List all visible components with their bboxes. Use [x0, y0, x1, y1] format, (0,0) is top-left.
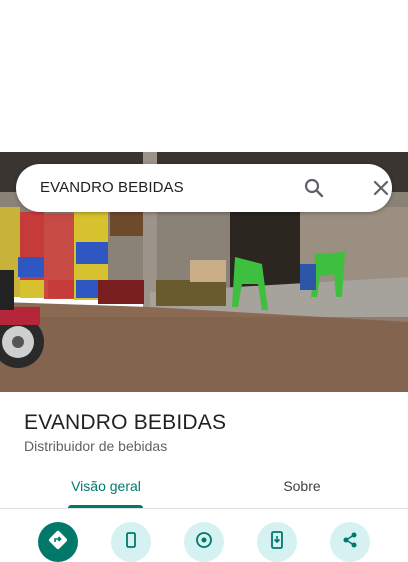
nearby-button[interactable] — [184, 522, 224, 562]
directions-button[interactable] — [38, 522, 78, 562]
search-bar[interactable]: EVANDRO BEBIDAS — [16, 164, 392, 212]
close-icon[interactable] — [369, 176, 393, 200]
call-button[interactable] — [111, 522, 151, 562]
search-icon[interactable] — [302, 176, 326, 200]
send-to-phone-button[interactable] — [257, 522, 297, 562]
place-category: Distribuidor de bebidas — [24, 438, 168, 454]
map-blank-area — [0, 0, 408, 152]
tab-about[interactable]: Sobre — [200, 464, 404, 508]
search-input[interactable]: EVANDRO BEBIDAS — [40, 178, 184, 198]
place-name: EVANDRO BEBIDAS — [24, 411, 227, 434]
tab-overview[interactable]: Visão geral — [4, 464, 208, 508]
tabs-divider — [0, 508, 408, 509]
place-tabs: Visão geral Sobre — [0, 464, 408, 508]
share-button[interactable] — [330, 522, 370, 562]
